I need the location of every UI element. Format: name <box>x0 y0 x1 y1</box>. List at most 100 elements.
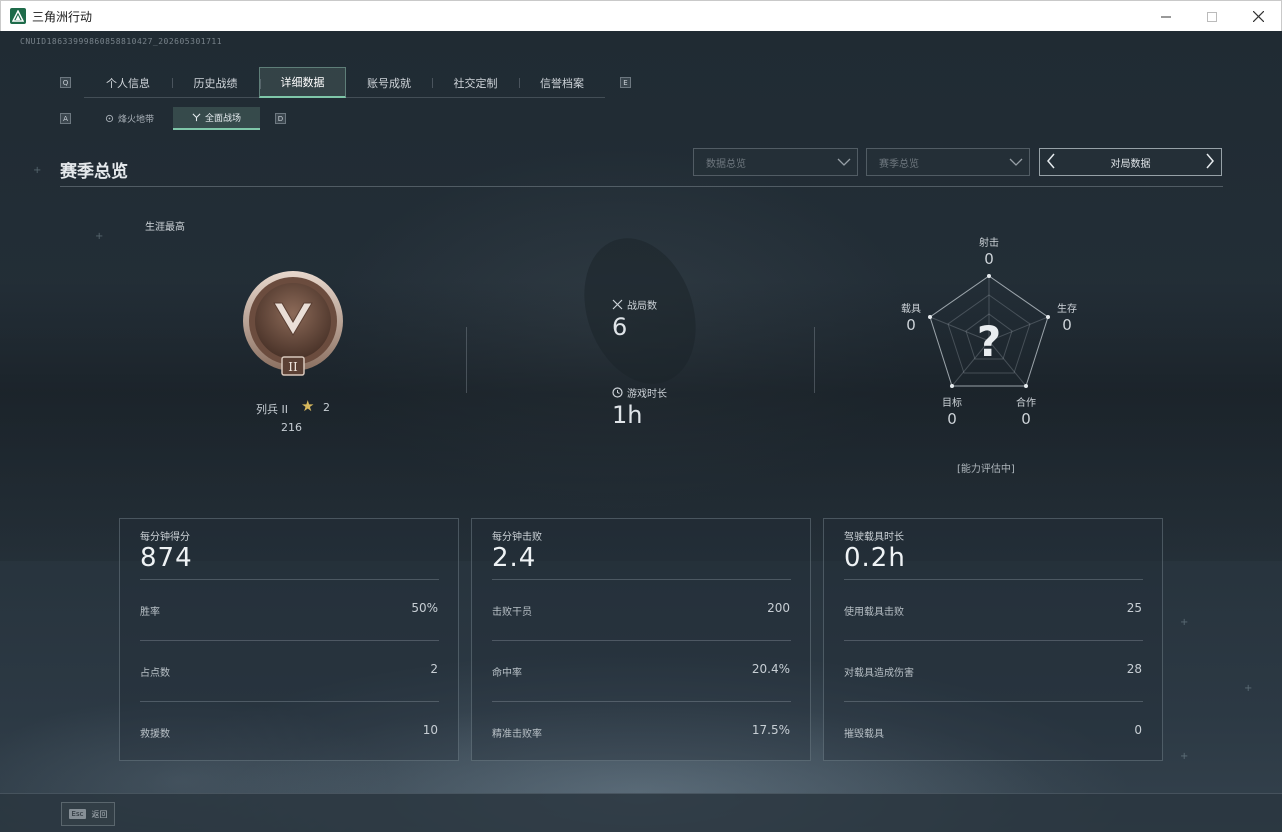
radar-survival-value: 0 <box>1062 316 1072 334</box>
card-divider <box>844 640 1143 641</box>
close-icon <box>1252 11 1264 22</box>
card-head-value: 2.4 <box>492 543 537 573</box>
mode-icon <box>105 114 114 123</box>
tab-match-history[interactable]: 历史战绩 <box>172 67 259 98</box>
rank-badge-numeral: II <box>288 360 298 374</box>
card-divider <box>844 579 1143 580</box>
card-divider <box>492 579 791 580</box>
minimize-icon <box>1161 16 1171 17</box>
card-row-label: 击败干员 <box>492 607 532 618</box>
playtime-value: 1h <box>612 401 643 429</box>
card-row-value: 17.5% <box>751 723 790 737</box>
playtime-label-group: 游戏时长 <box>612 385 667 400</box>
radar-cooperation-label: 合作 <box>1016 398 1036 409</box>
pager-next-button[interactable] <box>1205 153 1215 173</box>
subtab-full-battlefield[interactable]: 全面战场 <box>173 107 260 130</box>
radar-shooting-label: 射击 <box>979 238 999 249</box>
bottom-bar: Esc 返回 <box>0 793 1282 832</box>
decor-plus: + <box>33 165 42 176</box>
chevron-down-icon <box>1009 155 1023 172</box>
radar-cooperation-value: 0 <box>1021 410 1031 428</box>
card-row-value: 10 <box>422 723 438 737</box>
game-viewport: + + + + + CNUID18633999860858810427_2026… <box>0 31 1282 832</box>
card-divider <box>844 701 1143 702</box>
rank-badge-icon: II <box>240 271 346 381</box>
subtab-label: 全面战场 <box>204 114 241 124</box>
radar-shooting-value: 0 <box>984 250 994 268</box>
stat-card-vehicle: 驾驶载具时长 0.2h 使用载具击败 25 对载具造成伤害 28 摧毁载具 0 <box>823 518 1163 761</box>
radar-unknown-icon: ? <box>977 317 1001 366</box>
radar-vehicle-label: 载具 <box>901 304 921 315</box>
card-head-label: 驾驶载具时长 <box>844 532 904 543</box>
matches-value: 6 <box>612 313 628 341</box>
maximize-button[interactable] <box>1189 1 1235 32</box>
card-row-label: 救援数 <box>140 729 170 740</box>
matches-label: 战局数 <box>627 301 657 312</box>
match-data-pager: 对局数据 <box>1039 148 1222 176</box>
subtab-next-key-hint[interactable]: D <box>275 113 286 124</box>
card-row-value: 50% <box>411 601 438 615</box>
tab-next-key-hint[interactable]: E <box>620 77 631 88</box>
rank-star-count: 2 <box>323 401 330 414</box>
pager-label: 对局数据 <box>1110 158 1151 170</box>
esc-key-hint: Esc <box>68 809 87 819</box>
chevron-down-icon <box>837 155 851 172</box>
career-best-label: 生涯最高 <box>145 222 185 233</box>
clock-icon <box>612 387 623 398</box>
subtab-prev-key-hint[interactable]: A <box>60 113 71 124</box>
section-title: 赛季总览 <box>60 162 128 182</box>
crossed-swords-icon <box>612 299 623 310</box>
back-button[interactable]: Esc 返回 <box>61 802 115 826</box>
card-divider <box>140 579 439 580</box>
subtab-label: 烽火地带 <box>117 115 154 125</box>
data-type-dropdown[interactable]: 数据总览 <box>693 148 858 176</box>
window-controls <box>1143 1 1281 32</box>
card-divider <box>492 640 791 641</box>
tab-achievements[interactable]: 账号成就 <box>346 67 432 98</box>
chevron-left-icon <box>1047 153 1055 169</box>
card-head-value: 874 <box>140 543 193 573</box>
tab-prev-key-hint[interactable]: Q <box>60 77 71 88</box>
window-titlebar: 三角洲行动 <box>0 0 1282 31</box>
section-divider <box>60 186 1223 187</box>
card-row-label: 对载具造成伤害 <box>844 668 914 679</box>
card-row-label: 精准击败率 <box>492 729 542 740</box>
star-icon: ★ <box>301 397 315 415</box>
tab-detailed-data[interactable]: 详细数据 <box>259 67 346 98</box>
back-label: 返回 <box>91 809 108 819</box>
column-divider <box>814 327 815 393</box>
subtab-warfare-zone[interactable]: 烽火地带 <box>86 107 173 130</box>
pager-prev-button[interactable] <box>1046 153 1056 173</box>
card-row-label: 摧毁载具 <box>844 729 884 740</box>
card-row-label: 命中率 <box>492 668 522 679</box>
card-row-label: 占点数 <box>140 668 170 679</box>
card-row-value: 25 <box>1126 601 1142 615</box>
tab-credit-record[interactable]: 信誉档案 <box>519 67 605 98</box>
card-row-value: 0 <box>1134 723 1142 737</box>
card-row-value: 2 <box>430 662 438 676</box>
close-button[interactable] <box>1235 1 1281 32</box>
card-row-value: 200 <box>767 601 790 615</box>
card-divider <box>140 701 439 702</box>
minimize-button[interactable] <box>1143 1 1189 32</box>
dropdown-value: 赛季总览 <box>879 158 919 170</box>
column-divider <box>466 327 467 393</box>
decor-plus: + <box>1180 617 1189 628</box>
tab-social-customization[interactable]: 社交定制 <box>432 67 519 98</box>
card-head-label: 每分钟得分 <box>140 532 190 543</box>
chevron-right-icon <box>1206 153 1214 169</box>
battlefield-icon <box>192 113 201 122</box>
card-row-value: 20.4% <box>751 662 790 676</box>
season-dropdown[interactable]: 赛季总览 <box>866 148 1030 176</box>
decor-plus: + <box>95 231 104 242</box>
card-head-label: 每分钟击败 <box>492 532 542 543</box>
rank-points: 216 <box>281 421 302 434</box>
tab-personal-info[interactable]: 个人信息 <box>84 67 172 98</box>
card-head-value: 0.2h <box>844 543 906 573</box>
card-divider <box>140 640 439 641</box>
rank-name: 列兵 II <box>256 403 288 416</box>
app-logo-icon <box>10 8 26 24</box>
decor-plus: + <box>1180 751 1189 762</box>
playtime-label: 游戏时长 <box>627 389 667 400</box>
card-row-label: 胜率 <box>140 607 160 618</box>
